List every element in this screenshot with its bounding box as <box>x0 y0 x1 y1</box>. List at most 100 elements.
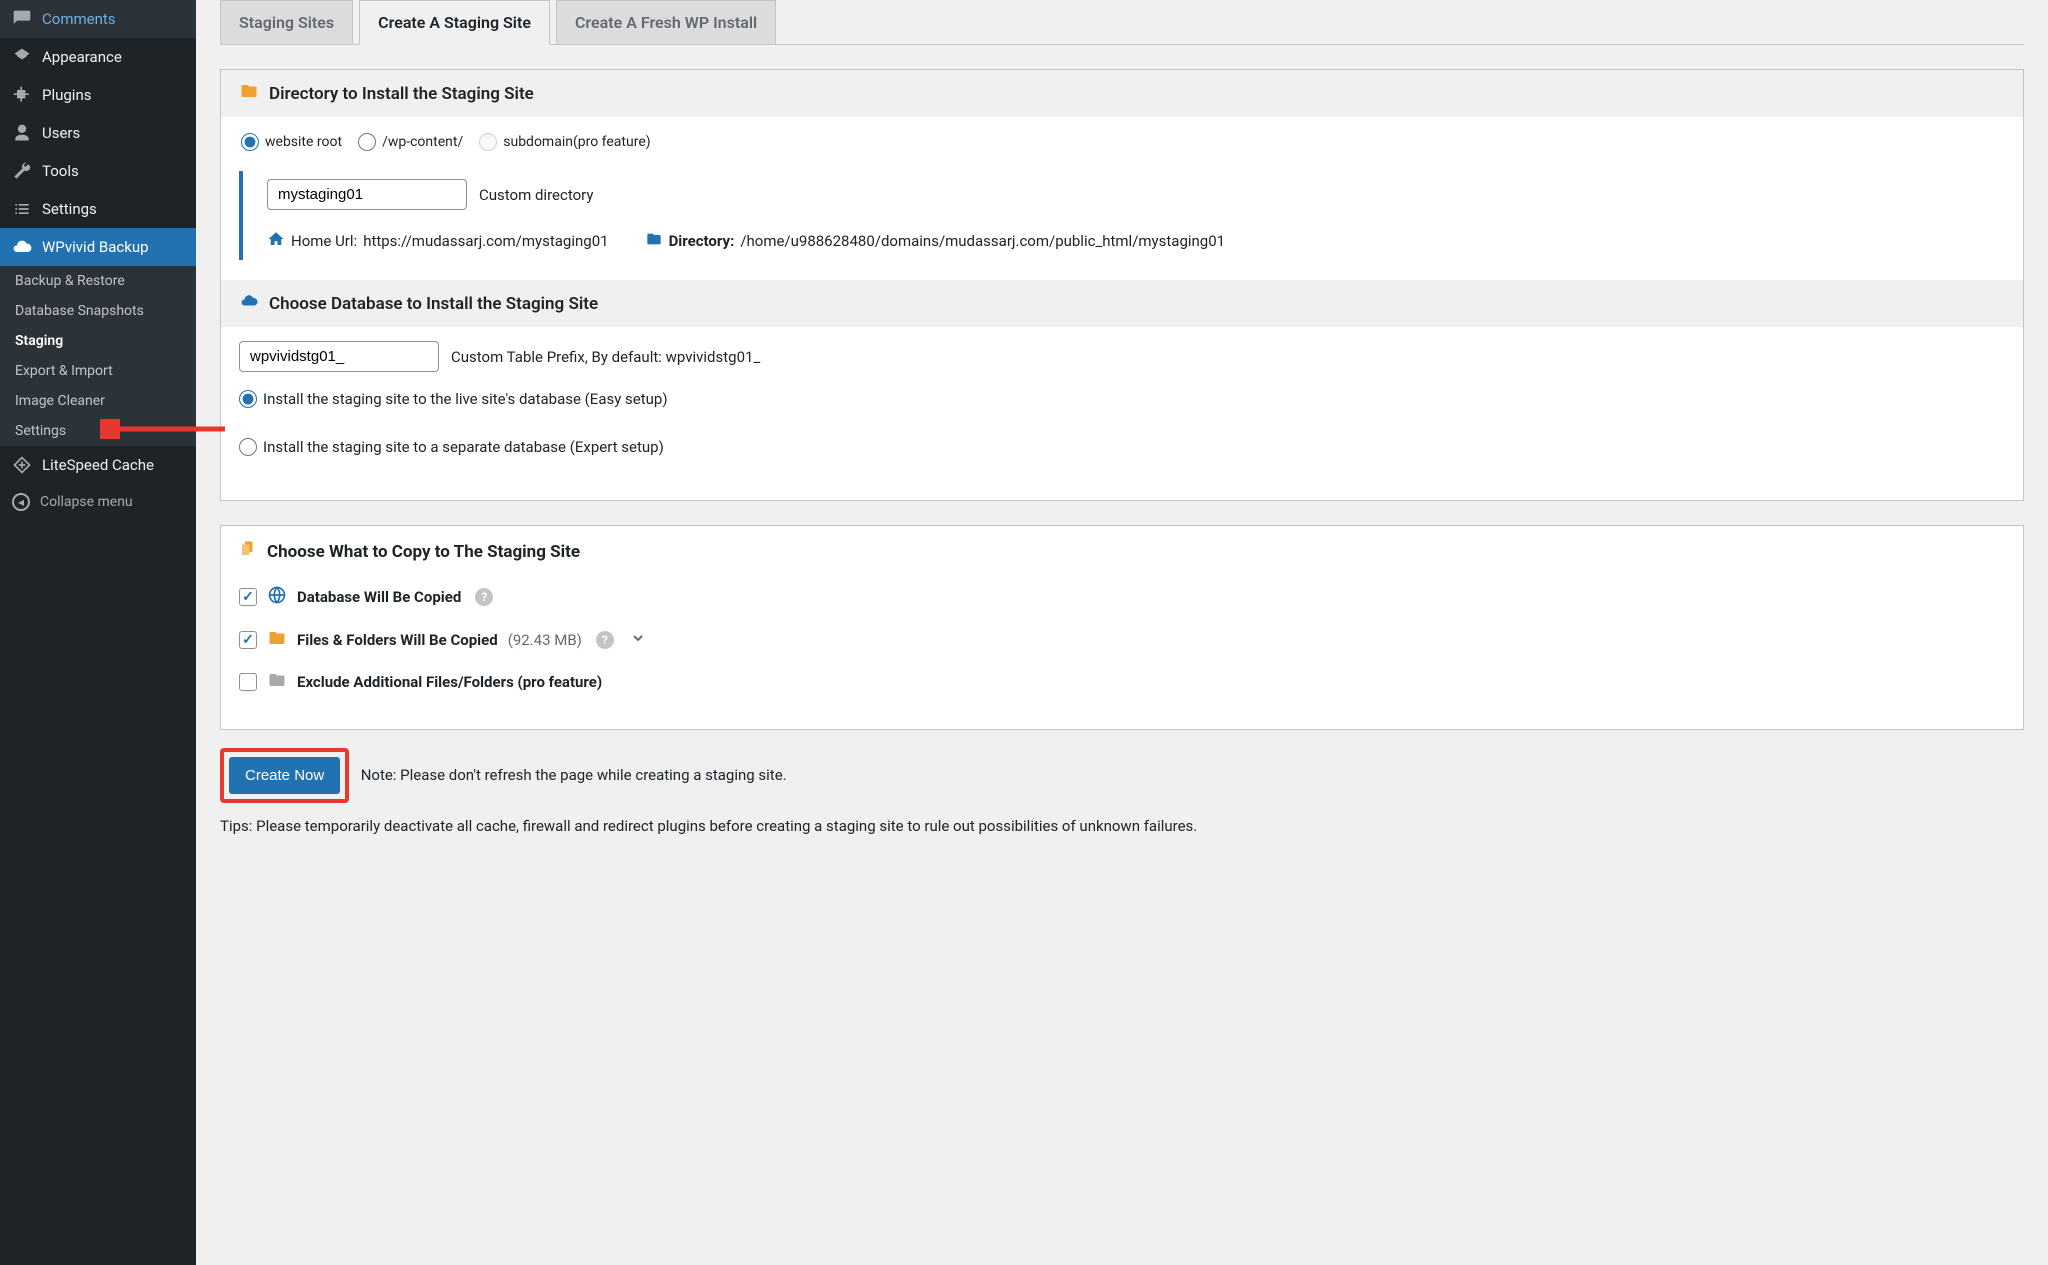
checkbox-exclude <box>239 673 257 691</box>
bottom-actions: Create Now Note: Please don't refresh th… <box>220 730 2024 835</box>
sub-backup-restore[interactable]: Backup & Restore <box>0 266 196 296</box>
create-note: Note: Please don't refresh the page whil… <box>361 766 787 784</box>
admin-sidebar: Comments Appearance Plugins Users Tools … <box>0 0 196 1265</box>
litespeed-icon <box>12 455 32 475</box>
sidebar-item-label: Settings <box>42 200 97 218</box>
sidebar-item-label: Users <box>42 124 80 142</box>
section-title: Choose What to Copy to The Staging Site <box>267 542 580 562</box>
annotation-highlight: Create Now <box>220 748 349 803</box>
radio-label: /wp-content/ <box>382 134 463 150</box>
radio-wpcontent-input[interactable] <box>358 133 376 151</box>
panel-directory-db: Directory to Install the Staging Site we… <box>220 69 2024 501</box>
folder-icon <box>267 629 287 651</box>
tab-fresh-install[interactable]: Create A Fresh WP Install <box>556 0 776 44</box>
home-url-label: Home Url: <box>291 232 357 250</box>
custom-directory-input[interactable] <box>267 179 467 210</box>
section-title: Directory to Install the Staging Site <box>269 84 534 104</box>
copy-row-database: Database Will Be Copied ? <box>239 575 2005 619</box>
cloud-icon <box>239 292 259 315</box>
home-icon <box>267 230 285 252</box>
sub-db-snapshots[interactable]: Database Snapshots <box>0 296 196 326</box>
collapse-menu[interactable]: ◂ Collapse menu <box>0 484 196 520</box>
checkbox-files[interactable] <box>239 631 257 649</box>
home-url-value: https://mudassarj.com/mystaging01 <box>363 232 608 250</box>
folder-icon <box>239 82 259 105</box>
radio-website-root[interactable]: website root <box>241 133 342 151</box>
help-icon[interactable]: ? <box>596 631 614 649</box>
sidebar-item-litespeed[interactable]: LiteSpeed Cache <box>0 446 196 484</box>
sub-image-cleaner[interactable]: Image Cleaner <box>0 386 196 416</box>
copy-exclude-label: Exclude Additional Files/Folders (pro fe… <box>297 673 602 691</box>
checkbox-db[interactable] <box>239 588 257 606</box>
directory-details: Custom directory Home Url: https://mudas… <box>239 171 2005 260</box>
sidebar-item-settings[interactable]: Settings <box>0 190 196 228</box>
radio-label: Install the staging site to the live sit… <box>263 390 668 408</box>
globe-icon <box>267 585 287 609</box>
radio-label: Install the staging site to a separate d… <box>263 438 664 456</box>
section-database-heading: Choose Database to Install the Staging S… <box>221 280 2023 327</box>
help-icon[interactable]: ? <box>475 588 493 606</box>
sidebar-item-label: LiteSpeed Cache <box>42 456 154 474</box>
table-prefix-label: Custom Table Prefix, By default: wpvivid… <box>451 348 760 366</box>
collapse-icon: ◂ <box>12 493 30 511</box>
directory-radio-group: website root /wp-content/ subdomain(pro … <box>239 133 2005 151</box>
copy-icon <box>239 540 257 563</box>
radio-label: subdomain(pro feature) <box>503 134 650 150</box>
sidebar-submenu: Backup & Restore Database Snapshots Stag… <box>0 266 196 446</box>
radio-website-root-input[interactable] <box>241 133 259 151</box>
radio-subdomain: subdomain(pro feature) <box>479 133 650 151</box>
sidebar-item-users[interactable]: Users <box>0 114 196 152</box>
plugins-icon <box>12 85 32 105</box>
sidebar-item-label: WPvivid Backup <box>42 238 149 256</box>
copy-db-label: Database Will Be Copied <box>297 588 461 606</box>
sidebar-item-label: Tools <box>42 162 79 180</box>
section-copy-heading: Choose What to Copy to The Staging Site <box>221 526 2023 563</box>
section-directory-heading: Directory to Install the Staging Site <box>221 70 2023 117</box>
copy-files-label: Files & Folders Will Be Copied <box>297 631 498 649</box>
tab-create-staging[interactable]: Create A Staging Site <box>359 0 550 45</box>
sidebar-item-wpvivid[interactable]: WPvivid Backup <box>0 228 196 266</box>
comment-icon <box>12 9 32 29</box>
copy-row-files: Files & Folders Will Be Copied (92.43 MB… <box>239 619 2005 661</box>
appearance-icon <box>12 47 32 67</box>
sidebar-item-tools[interactable]: Tools <box>0 152 196 190</box>
sidebar-item-plugins[interactable]: Plugins <box>0 76 196 114</box>
create-now-button[interactable]: Create Now <box>229 757 340 794</box>
custom-directory-label: Custom directory <box>479 186 593 204</box>
folder-icon <box>267 671 287 693</box>
radio-db-live-input[interactable] <box>239 390 257 408</box>
cloud-icon <box>12 237 32 257</box>
sidebar-item-comments[interactable]: Comments <box>0 0 196 38</box>
radio-wpcontent[interactable]: /wp-content/ <box>358 133 463 151</box>
settings-icon <box>12 199 32 219</box>
radio-db-live[interactable]: Install the staging site to the live sit… <box>239 390 2005 408</box>
sidebar-item-label: Appearance <box>42 48 122 66</box>
sidebar-item-label: Comments <box>42 10 116 28</box>
copy-row-exclude: Exclude Additional Files/Folders (pro fe… <box>239 661 2005 703</box>
tips-text: Tips: Please temporarily deactivate all … <box>220 817 2024 835</box>
directory-value: /home/u988628480/domains/mudassarj.com/p… <box>740 232 1225 250</box>
chevron-down-icon[interactable] <box>630 630 646 650</box>
table-prefix-input[interactable] <box>239 341 439 372</box>
copy-files-size: (92.43 MB) <box>508 631 582 649</box>
radio-db-separate-input[interactable] <box>239 438 257 456</box>
sidebar-item-appearance[interactable]: Appearance <box>0 38 196 76</box>
radio-label: website root <box>265 134 342 150</box>
directory-label: Directory: <box>669 232 735 250</box>
main-content: Staging Sites Create A Staging Site Crea… <box>196 0 2048 1265</box>
database-radio-group: Install the staging site to the live sit… <box>239 390 2005 456</box>
collapse-label: Collapse menu <box>40 494 133 510</box>
sub-export-import[interactable]: Export & Import <box>0 356 196 386</box>
users-icon <box>12 123 32 143</box>
section-title: Choose Database to Install the Staging S… <box>269 294 598 314</box>
radio-subdomain-input <box>479 133 497 151</box>
tools-icon <box>12 161 32 181</box>
sidebar-item-label: Plugins <box>42 86 91 104</box>
sub-settings[interactable]: Settings <box>0 416 196 446</box>
tab-bar: Staging Sites Create A Staging Site Crea… <box>220 0 2024 45</box>
tab-staging-sites[interactable]: Staging Sites <box>220 0 353 44</box>
panel-copy: Choose What to Copy to The Staging Site … <box>220 525 2024 730</box>
sub-staging[interactable]: Staging <box>0 326 196 356</box>
radio-db-separate[interactable]: Install the staging site to a separate d… <box>239 438 2005 456</box>
folder-icon <box>645 231 663 251</box>
